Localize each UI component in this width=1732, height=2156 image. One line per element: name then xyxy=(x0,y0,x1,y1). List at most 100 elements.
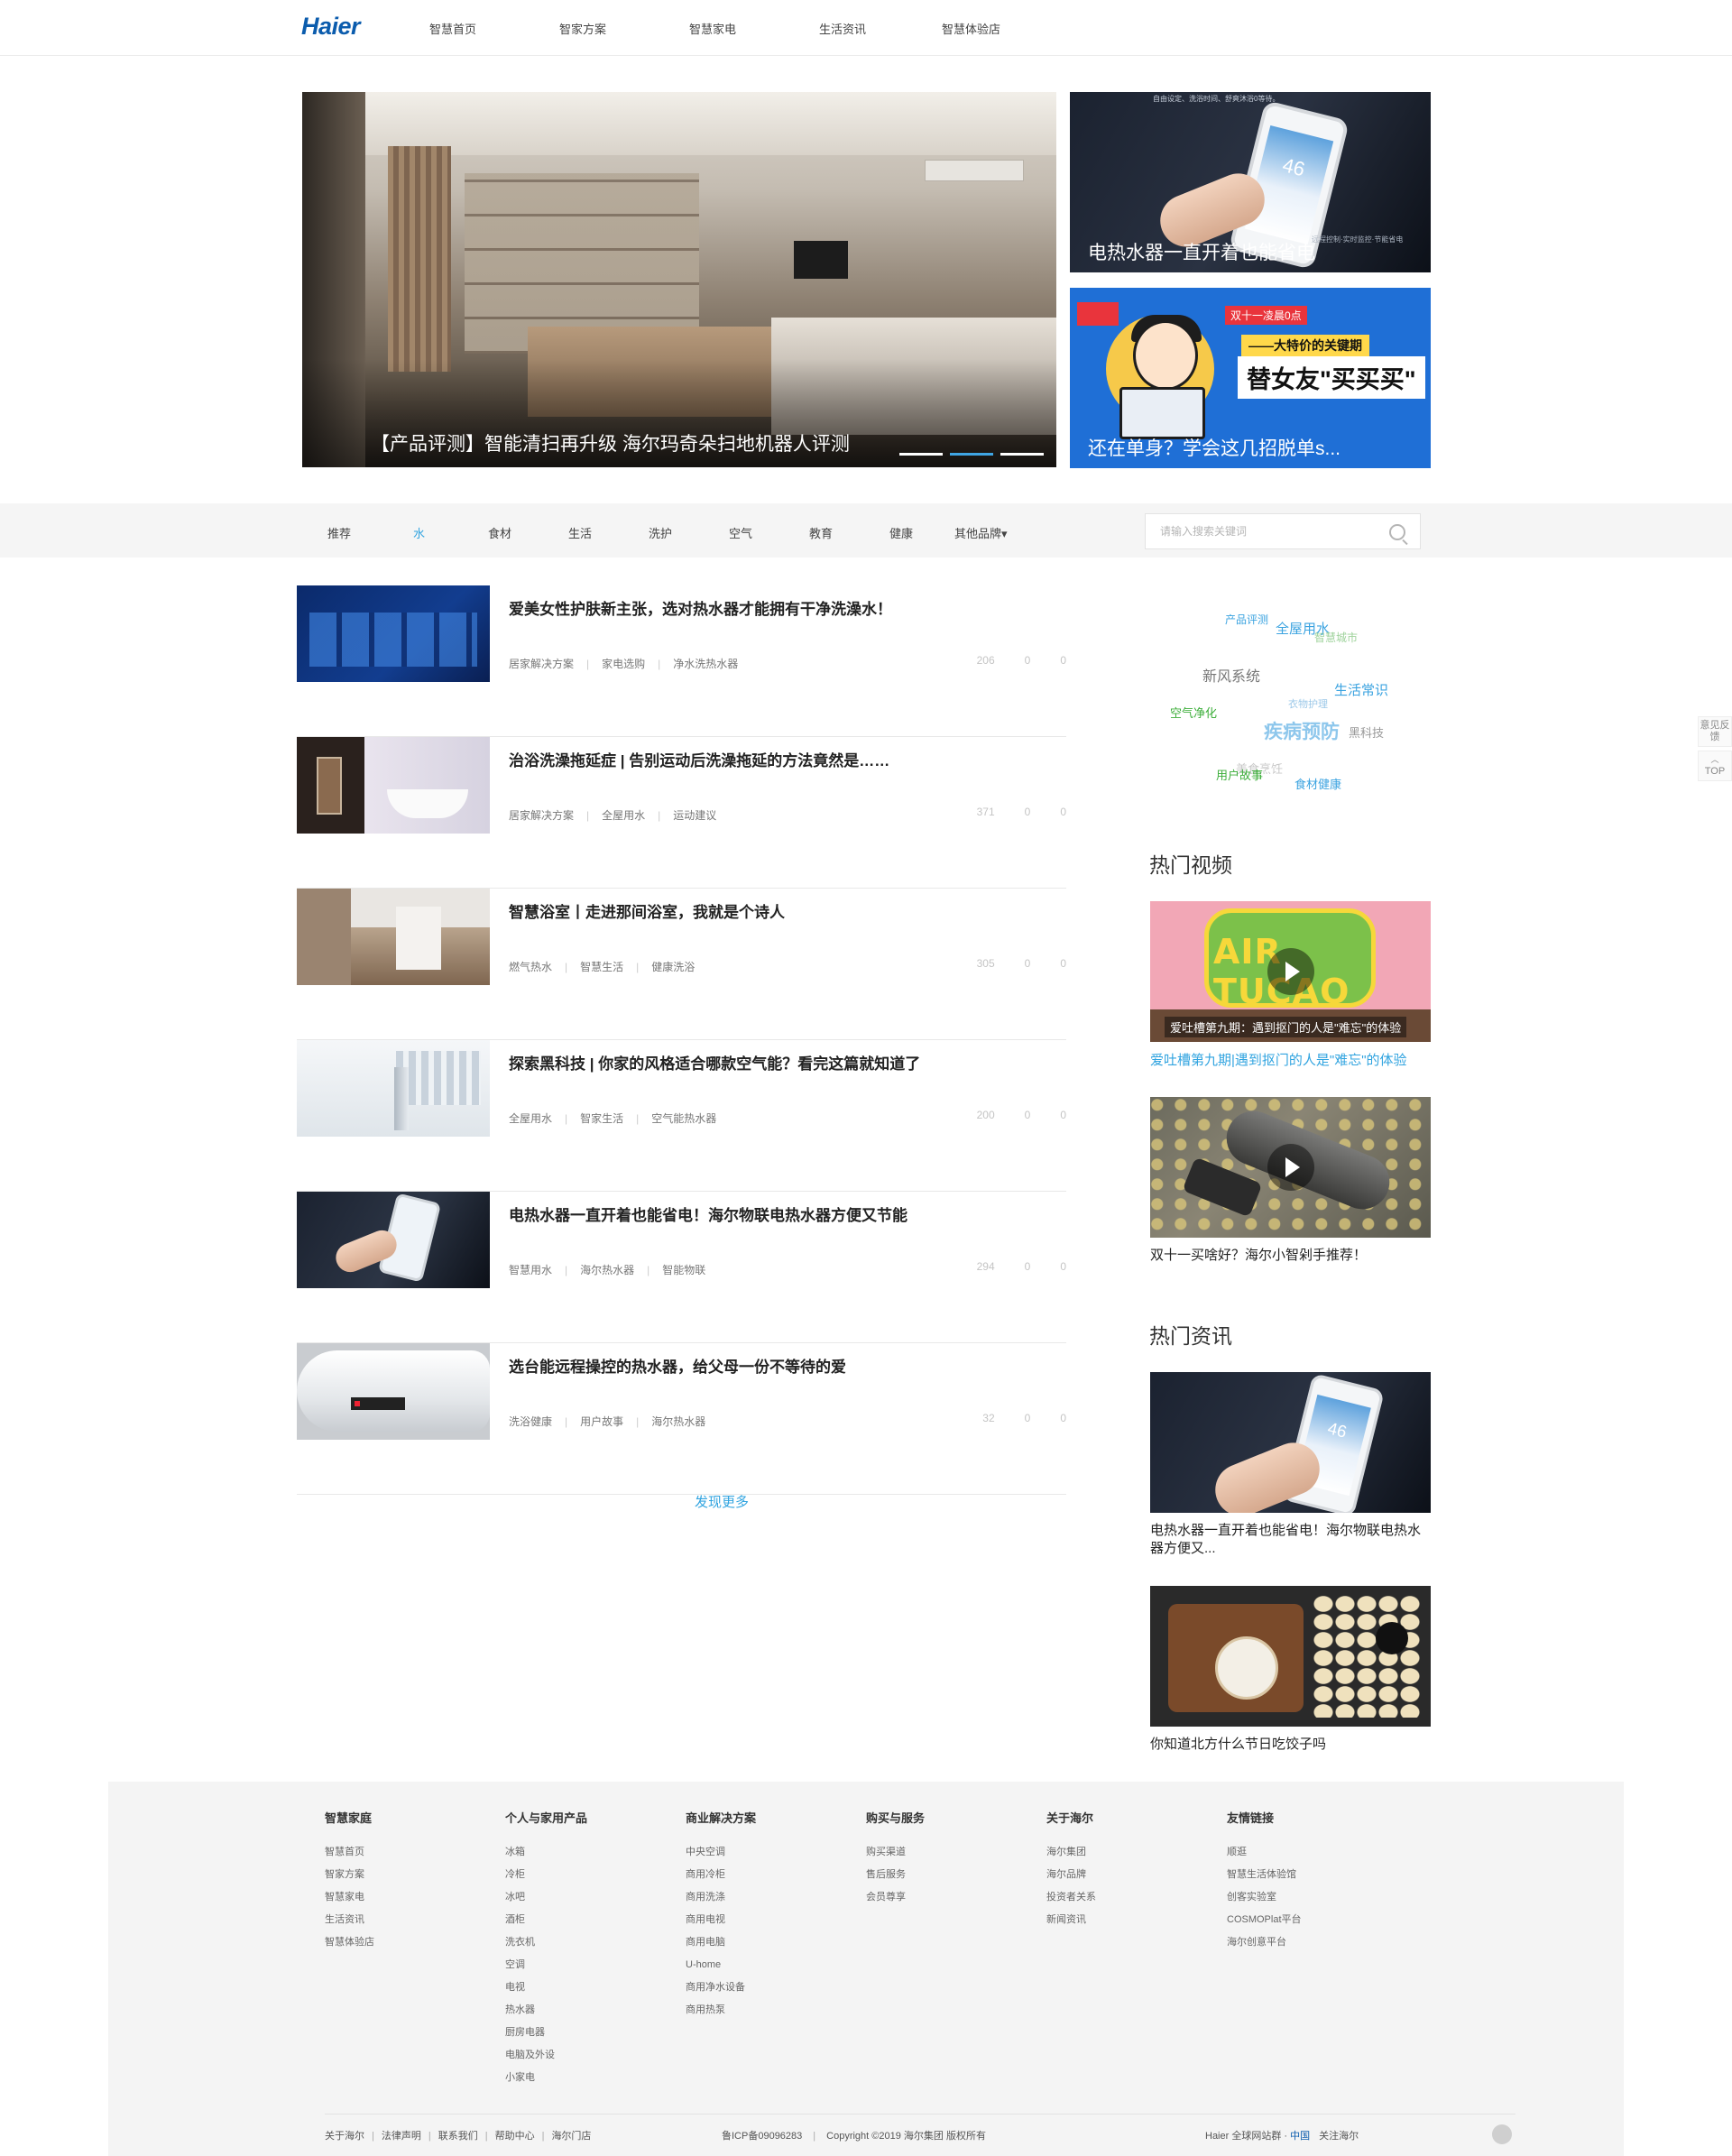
video-title[interactable]: 双十一买啥好？海尔小智剁手推荐！ xyxy=(1150,1247,1431,1265)
article-tag[interactable]: 海尔热水器 xyxy=(651,1414,705,1429)
article-thumbnail[interactable] xyxy=(297,1343,490,1440)
footer-link[interactable]: 顺逛 xyxy=(1227,1841,1302,1864)
footer-link[interactable]: 智慧家电 xyxy=(325,1886,374,1909)
article-title[interactable]: 探索黑科技 | 你家的风格适合哪款空气能？看完这篇就知道了 xyxy=(509,1051,920,1073)
tab-air[interactable]: 空气 xyxy=(729,524,752,541)
news-title[interactable]: 电热水器一直开着也能省电！海尔物联电热水器方便又... xyxy=(1150,1522,1431,1558)
tab-water[interactable]: 水 xyxy=(413,524,425,541)
footer-link[interactable]: 智慧生活体验馆 xyxy=(1227,1864,1302,1886)
tab-life[interactable]: 生活 xyxy=(568,524,592,541)
footer-link[interactable]: 购买渠道 xyxy=(866,1841,925,1864)
footer-bottom-link[interactable]: 帮助中心 xyxy=(495,2131,535,2142)
side-feature-singles-day[interactable]: 双十一凌晨0点 ——大特价的关键期 替女友"买买买" 还在单身？学会这几招脱单s… xyxy=(1070,288,1431,468)
search-icon[interactable] xyxy=(1389,524,1405,540)
article-tag[interactable]: 用户故事 xyxy=(580,1414,623,1429)
article-item[interactable]: 电热水器一直开着也能省电！海尔物联电热水器方便又节能 智慧用水 | 海尔热水器 | 智能… xyxy=(297,1192,1066,1343)
article-title[interactable]: 治浴洗澡拖延症 | 告别运动后洗澡拖延的方法竟然是…… xyxy=(509,748,889,770)
article-item[interactable]: 选台能远程操控的热水器，给父母一份不等待的爱 洗浴健康 | 用户故事 | 海尔热水器 3… xyxy=(297,1343,1066,1495)
cloud-tag[interactable]: 疾病预防 xyxy=(1264,717,1340,744)
tab-other-brands[interactable]: 其他品牌▾ xyxy=(954,524,1008,541)
nav-item-home[interactable]: 智慧首页 xyxy=(429,20,476,37)
tab-wash[interactable]: 洗护 xyxy=(649,524,672,541)
cloud-tag[interactable]: 空气净化 xyxy=(1170,704,1217,721)
footer-link[interactable]: 酒柜 xyxy=(505,1909,587,1931)
feedback-button[interactable]: 意见反馈 xyxy=(1698,716,1732,747)
footer-link[interactable]: 商用电脑 xyxy=(686,1931,756,1954)
article-item[interactable]: 探索黑科技 | 你家的风格适合哪款空气能？看完这篇就知道了 全屋用水 | 智家生活 |… xyxy=(297,1040,1066,1192)
cloud-tag[interactable]: 用户故事 xyxy=(1216,766,1263,783)
cloud-tag[interactable]: 新风系统 xyxy=(1202,664,1260,686)
article-item[interactable]: 智慧浴室丨走进那间浴室，我就是个诗人 燃气热水 | 智慧生活 | 健康洗浴 305 0 0 xyxy=(297,889,1066,1040)
tab-education[interactable]: 教育 xyxy=(809,524,833,541)
footer-bottom-link[interactable]: 联系我们 xyxy=(438,2131,478,2142)
article-tag[interactable]: 家电选购 xyxy=(602,656,645,671)
footer-link[interactable]: U-home xyxy=(686,1954,756,1976)
nav-item-solutions[interactable]: 智家方案 xyxy=(559,20,606,37)
side-feature-caption[interactable]: 电热水器一直开着也能省电 xyxy=(1088,238,1315,265)
video-title[interactable]: 爱吐槽第九期|遇到抠门的人是"难忘"的体验 xyxy=(1150,1052,1431,1070)
cloud-tag[interactable]: 产品评测 xyxy=(1225,612,1268,627)
article-title[interactable]: 智慧浴室丨走进那间浴室，我就是个诗人 xyxy=(509,899,785,922)
footer-link[interactable]: 商用净水设备 xyxy=(686,1976,756,1999)
load-more-link[interactable]: 发现更多 xyxy=(695,1492,749,1511)
footer-link[interactable]: 海尔品牌 xyxy=(1046,1864,1096,1886)
side-feature-caption[interactable]: 还在单身？学会这几招脱单s... xyxy=(1088,434,1340,461)
article-tag[interactable]: 全屋用水 xyxy=(602,807,645,823)
footer-link[interactable]: 海尔创意平台 xyxy=(1227,1931,1302,1954)
article-tag[interactable]: 智能物联 xyxy=(662,1262,705,1277)
footer-link[interactable]: 新闻资讯 xyxy=(1046,1909,1096,1931)
article-thumbnail[interactable] xyxy=(297,585,490,682)
cloud-tag[interactable]: 黑科技 xyxy=(1349,723,1384,741)
footer-link[interactable]: 智家方案 xyxy=(325,1864,374,1886)
footer-link[interactable]: 空调 xyxy=(505,1954,587,1976)
tab-health[interactable]: 健康 xyxy=(889,524,913,541)
footer-link[interactable]: 商用电视 xyxy=(686,1909,756,1931)
article-tag[interactable]: 运动建议 xyxy=(673,807,716,823)
nav-item-store[interactable]: 智慧体验店 xyxy=(942,20,1000,37)
article-tag[interactable]: 空气能热水器 xyxy=(651,1110,716,1126)
article-thumbnail[interactable] xyxy=(297,737,490,834)
nav-item-appliances[interactable]: 智慧家电 xyxy=(689,20,736,37)
nav-item-lifestyle[interactable]: 生活资讯 xyxy=(819,20,866,37)
footer-link[interactable]: 中央空调 xyxy=(686,1841,756,1864)
footer-link[interactable]: 冰吧 xyxy=(505,1886,587,1909)
cloud-tag[interactable]: 生活常识 xyxy=(1334,680,1388,699)
article-tag[interactable]: 燃气热水 xyxy=(509,959,552,974)
wechat-icon[interactable] xyxy=(1492,2124,1512,2144)
article-tag[interactable]: 智慧生活 xyxy=(580,959,623,974)
carousel-dot[interactable] xyxy=(1000,453,1044,456)
article-tag[interactable]: 全屋用水 xyxy=(509,1110,552,1126)
footer-link[interactable]: 智慧首页 xyxy=(325,1841,374,1864)
footer-link[interactable]: 冰箱 xyxy=(505,1841,587,1864)
icp-number[interactable]: 鲁ICP备09096283 xyxy=(722,2131,802,2142)
footer-link[interactable]: 厨房电器 xyxy=(505,2022,587,2044)
hero-carousel[interactable]: 【产品评测】智能清扫再升级 海尔玛奇朵扫地机器人评测 xyxy=(302,92,1056,467)
video-card[interactable] xyxy=(1150,1097,1431,1238)
carousel-dot-active[interactable] xyxy=(950,453,993,456)
tab-food[interactable]: 食材 xyxy=(488,524,511,541)
article-thumbnail[interactable] xyxy=(297,889,490,985)
article-tag[interactable]: 智家生活 xyxy=(580,1110,623,1126)
news-title[interactable]: 你知道北方什么节日吃饺子吗 xyxy=(1150,1736,1431,1754)
news-card[interactable]: 46 xyxy=(1150,1372,1431,1513)
footer-link[interactable]: 商用洗涤 xyxy=(686,1886,756,1909)
footer-link[interactable]: 智慧体验店 xyxy=(325,1931,374,1954)
footer-bottom-link[interactable]: 海尔门店 xyxy=(551,2131,591,2142)
footer-link[interactable]: 投资者关系 xyxy=(1046,1886,1096,1909)
article-title[interactable]: 电热水器一直开着也能省电！海尔物联电热水器方便又节能 xyxy=(509,1202,907,1225)
footer-link[interactable]: 海尔集团 xyxy=(1046,1841,1096,1864)
footer-link[interactable]: 冷柜 xyxy=(505,1864,587,1886)
footer-link[interactable]: 商用热泵 xyxy=(686,1999,756,2022)
tab-recommend[interactable]: 推荐 xyxy=(327,524,351,541)
article-title[interactable]: 爱美女性护肤新主张，选对热水器才能拥有干净洗澡水！ xyxy=(509,596,892,619)
play-icon[interactable] xyxy=(1267,948,1314,995)
footer-link[interactable]: 洗衣机 xyxy=(505,1931,587,1954)
footer-link[interactable]: 小家电 xyxy=(505,2067,587,2089)
footer-link[interactable]: 会员尊享 xyxy=(866,1886,925,1909)
haier-logo[interactable]: Haier xyxy=(301,13,361,41)
back-to-top-button[interactable]: ︿ TOP xyxy=(1698,751,1732,781)
article-tag[interactable]: 健康洗浴 xyxy=(651,959,695,974)
video-card[interactable]: AIR TUCAO 爱吐槽第九期：遇到抠门的人是"难忘"的体验 xyxy=(1150,901,1431,1042)
article-title[interactable]: 选台能远程操控的热水器，给父母一份不等待的爱 xyxy=(509,1354,846,1377)
article-item[interactable]: 治浴洗澡拖延症 | 告别运动后洗澡拖延的方法竟然是…… 居家解决方案 | 全屋用水 |… xyxy=(297,737,1066,889)
